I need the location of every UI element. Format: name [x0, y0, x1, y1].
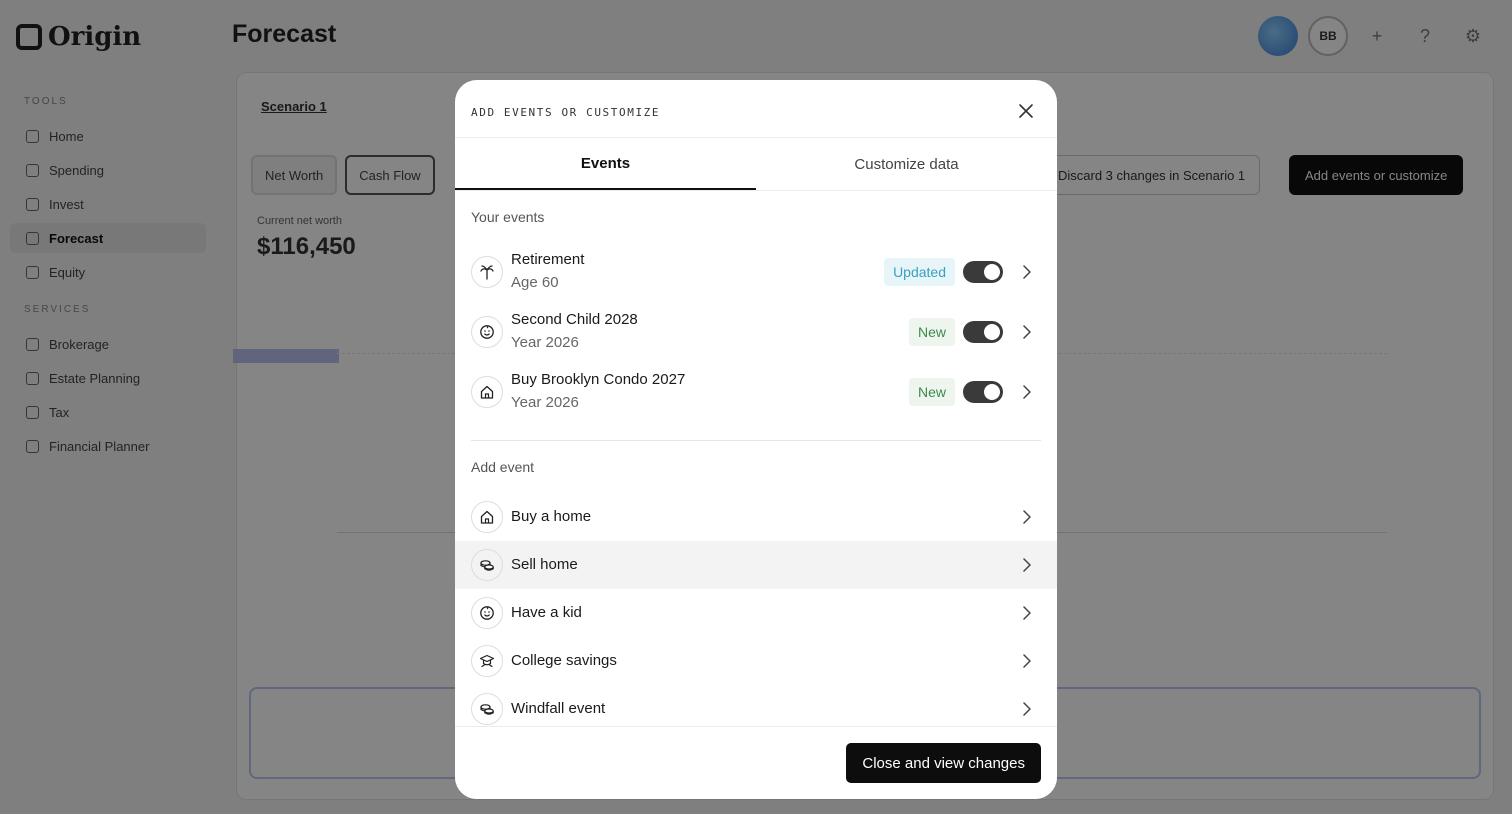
add-event-buy-a-home[interactable]: Buy a home — [455, 493, 1057, 541]
add-event-label: Add event — [471, 459, 535, 475]
add-event-have-a-kid[interactable]: Have a kid — [455, 589, 1057, 637]
home-icon — [471, 376, 503, 408]
home-icon — [471, 501, 503, 533]
modal-body[interactable]: Your events Retirement Age 60 Updated Se… — [455, 191, 1057, 726]
event-name: Buy Brooklyn Condo 2027 — [511, 371, 686, 388]
event-sub: Age 60 — [511, 274, 559, 291]
event-row-retirement[interactable]: Retirement Age 60 Updated — [471, 242, 1041, 302]
close-icon[interactable] — [1017, 102, 1035, 120]
section-divider — [471, 440, 1041, 441]
chevron-right-icon[interactable] — [1019, 384, 1035, 400]
palm-tree-icon — [471, 256, 503, 288]
modal-footer: Close and view changes — [455, 726, 1057, 799]
add-events-modal: ADD EVENTS OR CUSTOMIZE Events Customize… — [455, 80, 1057, 799]
baby-icon — [471, 597, 503, 629]
status-badge: Updated — [884, 258, 955, 286]
baby-icon — [471, 316, 503, 348]
event-toggle[interactable] — [963, 321, 1003, 343]
chevron-right-icon — [1019, 509, 1035, 525]
status-badge: New — [908, 378, 955, 406]
event-sub: Year 2026 — [511, 394, 579, 411]
event-row-second-child[interactable]: Second Child 2028 Year 2026 New — [471, 302, 1041, 362]
tab-events[interactable]: Events — [455, 138, 756, 190]
chevron-right-icon — [1019, 701, 1035, 717]
event-row-buy-brooklyn-condo[interactable]: Buy Brooklyn Condo 2027 Year 2026 New — [471, 362, 1041, 422]
add-event-college-savings[interactable]: College savings — [455, 637, 1057, 685]
chevron-right-icon — [1019, 605, 1035, 621]
chevron-right-icon[interactable] — [1019, 264, 1035, 280]
graduation-cap-icon — [471, 645, 503, 677]
tab-customize-data[interactable]: Customize data — [756, 138, 1057, 190]
add-event-name: Buy a home — [511, 508, 592, 525]
event-name: Retirement — [511, 251, 585, 268]
add-event-sell-home[interactable]: Sell home — [455, 541, 1057, 589]
coins-icon — [471, 693, 503, 725]
chevron-right-icon[interactable] — [1019, 324, 1035, 340]
status-badge: New — [908, 318, 955, 346]
add-event-name: Have a kid — [511, 604, 582, 621]
add-event-name: Windfall event — [511, 700, 606, 717]
event-toggle[interactable] — [963, 261, 1003, 283]
event-toggle[interactable] — [963, 381, 1003, 403]
add-event-name: Sell home — [511, 556, 578, 573]
chevron-right-icon — [1019, 557, 1035, 573]
your-events-label: Your events — [471, 209, 545, 225]
event-sub: Year 2026 — [511, 334, 579, 351]
close-and-view-changes-button[interactable]: Close and view changes — [846, 743, 1041, 783]
modal-tabs: Events Customize data — [455, 138, 1057, 191]
chevron-right-icon — [1019, 653, 1035, 669]
modal-header: ADD EVENTS OR CUSTOMIZE — [455, 80, 1057, 138]
add-event-windfall-event[interactable]: Windfall event — [455, 685, 1057, 726]
event-name: Second Child 2028 — [511, 311, 638, 328]
add-event-name: College savings — [511, 652, 617, 669]
coins-icon — [471, 549, 503, 581]
modal-title: ADD EVENTS OR CUSTOMIZE — [471, 106, 661, 119]
